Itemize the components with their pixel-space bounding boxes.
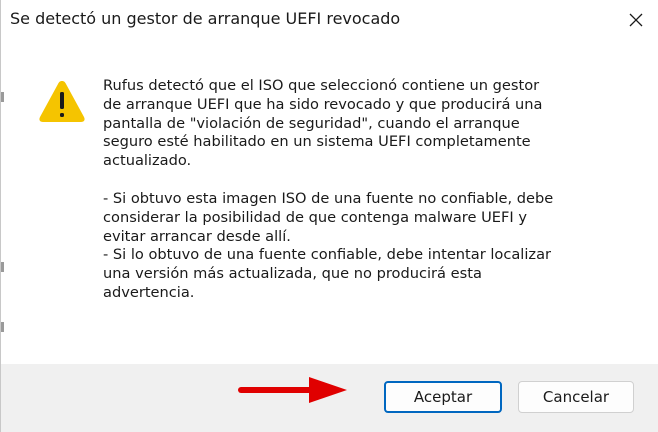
close-button[interactable] (613, 0, 658, 40)
dialog-title: Se detectó un gestor de arranque UEFI re… (10, 9, 401, 28)
warning-icon (39, 81, 85, 122)
left-edge-mark (1, 262, 4, 272)
title-bar: Se detectó un gestor de arranque UEFI re… (1, 0, 658, 42)
accept-button[interactable]: Aceptar (384, 381, 502, 413)
red-arrow-annotation (238, 377, 347, 403)
left-edge-mark (1, 92, 4, 102)
dialog-message: Rufus detectó que el ISO que seleccionó … (103, 77, 633, 303)
message-paragraph-revoked: Rufus detectó que el ISO que seleccionó … (103, 77, 543, 170)
message-dialog: Se detectó un gestor de arranque UEFI re… (0, 0, 658, 432)
close-icon (629, 13, 643, 27)
message-paragraph-advice: - Si obtuvo esta imagen ISO de una fuent… (103, 189, 554, 301)
cancel-button[interactable]: Cancelar (518, 381, 634, 413)
left-edge-mark (1, 322, 4, 332)
